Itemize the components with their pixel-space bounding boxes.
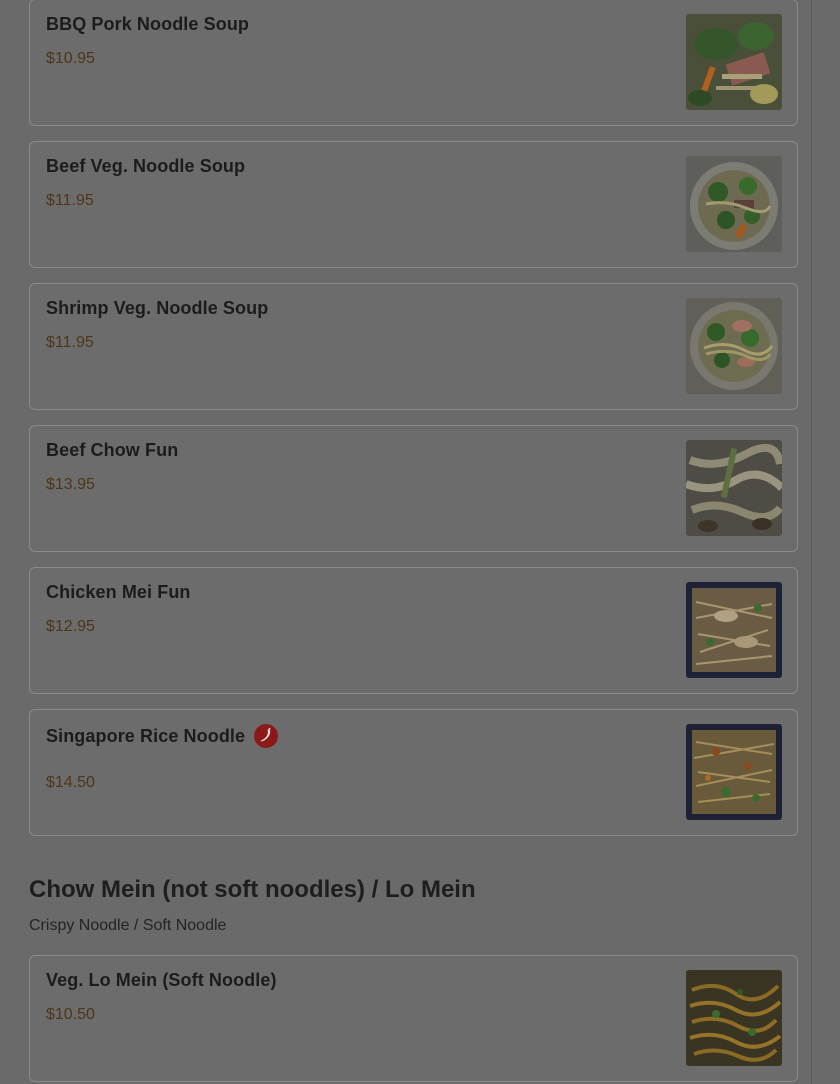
menu-item-photo <box>686 298 782 394</box>
menu-item-price: $12.95 <box>46 618 95 635</box>
menu-item-card[interactable]: Shrimp Veg. Noodle Soup $11.95 <box>29 283 798 410</box>
menu-item-price: $13.95 <box>46 476 95 493</box>
menu-item-photo <box>686 14 782 110</box>
menu-item-photo <box>686 156 782 252</box>
menu-item-photo <box>686 970 782 1066</box>
menu-item-card[interactable]: Beef Chow Fun $13.95 <box>29 425 798 552</box>
section-title: Chow Mein (not soft noodles) / Lo Mein <box>29 876 476 903</box>
menu-item-name: BBQ Pork Noodle Soup <box>46 14 250 34</box>
menu-item-price: $10.50 <box>46 1006 95 1023</box>
menu-item-name: Beef Veg. Noodle Soup <box>46 156 246 176</box>
menu-item-name: Chicken Mei Fun <box>46 582 191 602</box>
section-subtitle: Crispy Noodle / Soft Noodle <box>29 917 227 934</box>
spicy-chili-icon <box>254 724 279 748</box>
menu-item-name: Veg. Lo Mein (Soft Noodle) <box>46 970 277 990</box>
menu-item-photo <box>686 582 782 678</box>
menu-item-price: $11.95 <box>46 334 94 351</box>
menu-item-name: Singapore Rice Noodle <box>46 724 279 748</box>
menu-item-price: $14.50 <box>46 774 95 791</box>
menu-item-card[interactable]: Beef Veg. Noodle Soup $11.95 <box>29 141 798 268</box>
menu-item-card[interactable]: BBQ Pork Noodle Soup $10.95 <box>29 0 798 126</box>
menu-item-price: $10.95 <box>46 50 95 67</box>
menu-item-card[interactable]: Chicken Mei Fun $12.95 <box>29 567 798 694</box>
menu-item-photo <box>686 724 782 820</box>
menu-item-name-text: Singapore Rice Noodle <box>46 725 246 746</box>
scrollbar-track[interactable] <box>811 0 812 1084</box>
menu-item-card[interactable]: Veg. Lo Mein (Soft Noodle) $10.50 <box>29 955 798 1082</box>
menu-item-price: $11.95 <box>46 192 94 209</box>
menu-item-name: Beef Chow Fun <box>46 440 179 460</box>
menu-item-photo <box>686 440 782 536</box>
menu-page: BBQ Pork Noodle Soup $10.95 Beef Veg. No… <box>0 0 812 1084</box>
menu-item-name: Shrimp Veg. Noodle Soup <box>46 298 269 318</box>
menu-item-card[interactable]: Singapore Rice Noodle $14.50 <box>29 709 798 836</box>
